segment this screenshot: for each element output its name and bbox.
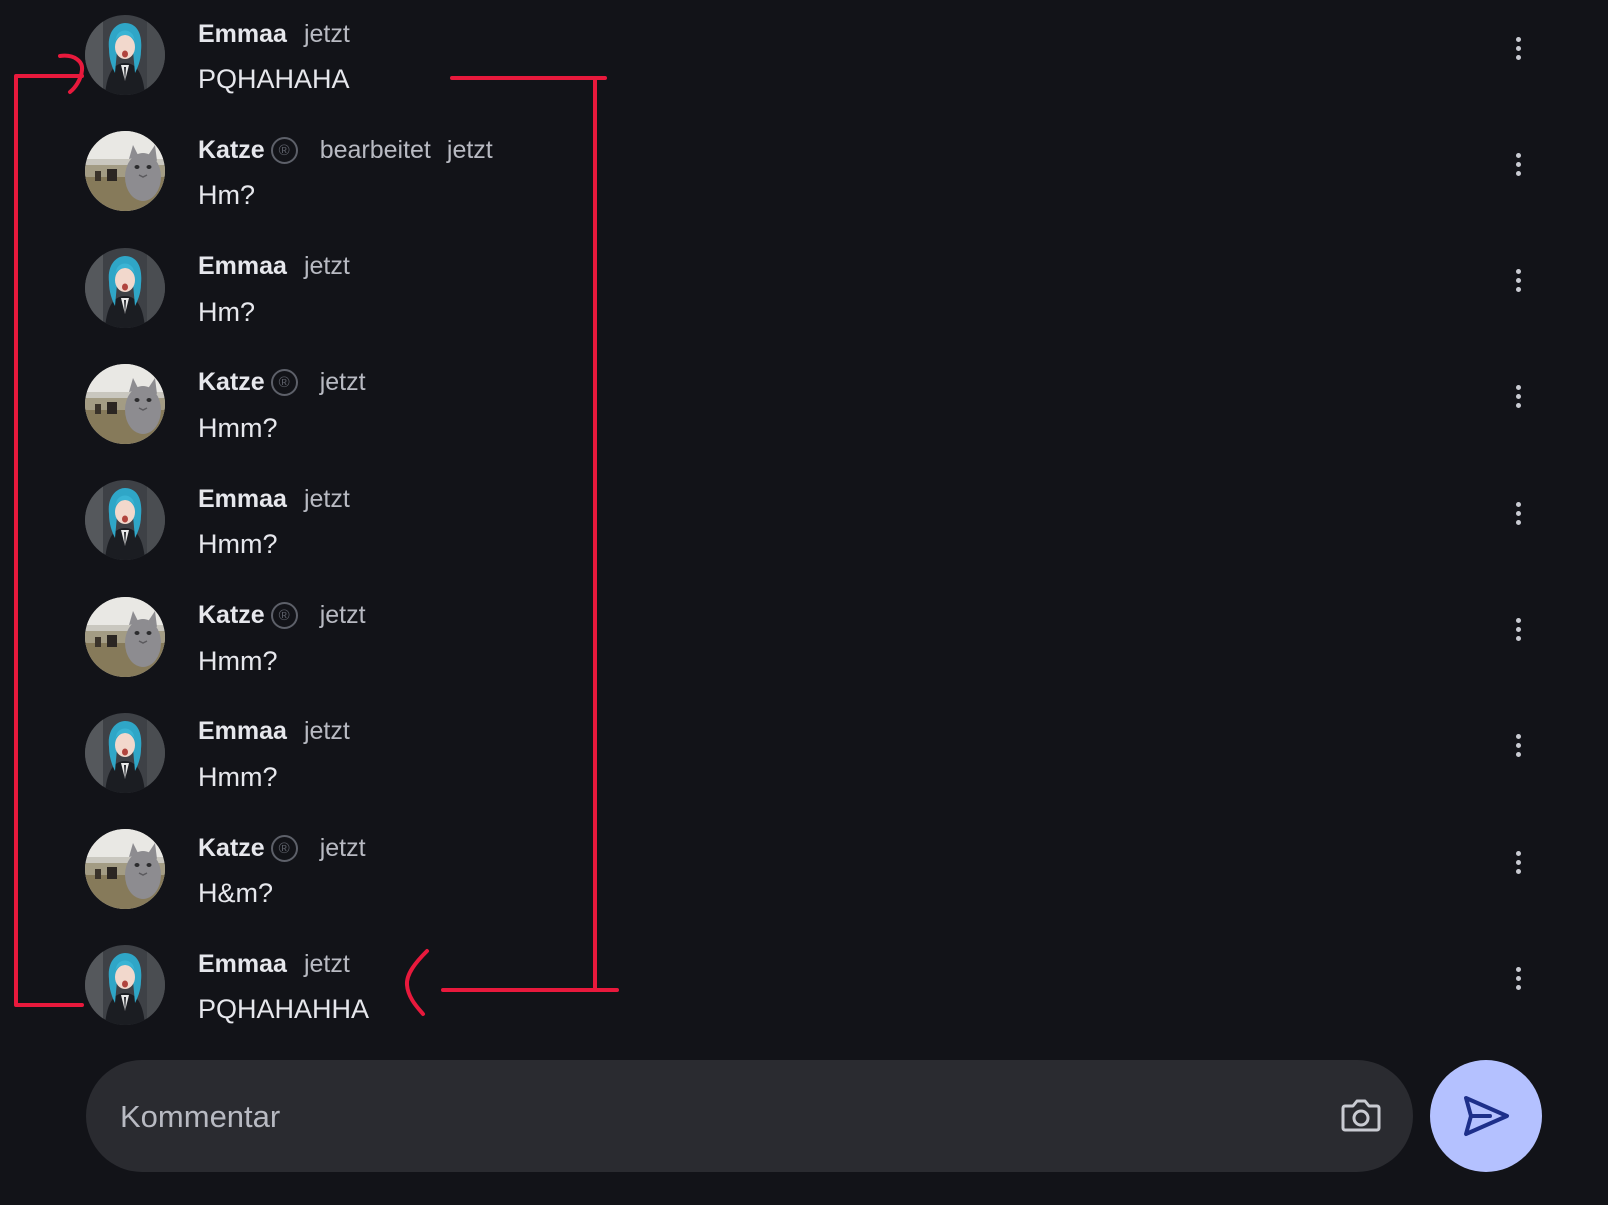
verified-badge-icon: ® [270,369,298,397]
avatar[interactable] [85,247,165,328]
comment-meta: Emmaa jetzt [198,484,350,514]
comment-author[interactable]: Katze [198,601,265,630]
comment-text: Hmm? [198,529,278,560]
avatar[interactable] [85,945,165,1026]
avatar[interactable] [85,829,165,910]
comment-author[interactable]: Emmaa [198,20,287,49]
comment-text: H&m? [198,878,274,909]
more-vert-icon[interactable] [1500,960,1536,996]
comment-meta: Katze ® jetzt [198,368,366,398]
comment-item: Emmaa jetzt Hmm? [0,465,1608,581]
camera-icon[interactable] [1337,1092,1385,1140]
comment-author[interactable]: Emmaa [198,485,287,514]
comment-input[interactable] [118,1086,1302,1148]
comment-timestamp: jetzt [303,949,350,978]
edited-label: bearbeitet [319,135,431,164]
avatar[interactable] [85,15,165,95]
verified-badge-icon: ® [270,834,298,862]
more-vert-icon[interactable] [1500,263,1536,299]
verified-badge-icon: ® [270,602,298,629]
comment-timestamp: jetzt [303,19,350,48]
comment-meta: Katze ® jetzt [198,833,366,863]
more-vert-icon[interactable] [1500,379,1536,415]
comment-timestamp: jetzt [303,717,350,746]
send-icon [1464,1096,1509,1136]
comment-text: Hmm? [198,645,278,676]
comment-author[interactable]: Katze [198,834,265,863]
comment-input-bar [86,1060,1413,1172]
comment-timestamp: jetzt [319,601,366,629]
more-vert-icon[interactable] [1500,146,1536,182]
comment-timestamp: jetzt [303,252,350,281]
more-vert-icon[interactable] [1500,728,1536,764]
comment-text: Hm? [198,180,256,211]
comment-item: Emmaa jetzt Hm? [0,233,1608,349]
more-vert-icon[interactable] [1500,612,1536,648]
verified-badge-icon: ® [270,136,298,164]
comment-meta: Katze ® jetzt [198,601,366,631]
comment-item: Katze ® bearbeitet jetzt Hm? [0,116,1608,232]
comment-item: Emmaa jetzt Hmm? [0,698,1608,814]
comment-text: Hmm? [198,761,278,792]
comment-meta: Emmaa jetzt [198,19,350,49]
comment-timestamp: jetzt [303,484,350,513]
more-vert-icon[interactable] [1500,495,1536,531]
more-vert-icon[interactable] [1500,844,1536,880]
comment-text: PQHAHAHA [198,64,350,94]
avatar[interactable] [85,712,165,793]
comment-item: Emmaa jetzt PQHAHAHA [0,0,1608,116]
comment-text: Hmm? [198,412,278,443]
avatar[interactable] [85,480,165,561]
comment-author[interactable]: Emmaa [198,717,287,746]
comment-meta: Emmaa jetzt [198,949,350,979]
comment-author[interactable]: Emmaa [198,252,287,281]
comment-meta: Katze ® bearbeitet jetzt [198,135,493,165]
comment-meta: Emmaa jetzt [198,717,350,747]
comment-timestamp: jetzt [319,368,366,397]
comment-item: Emmaa jetzt PQHAHAHHA [0,930,1608,1046]
comment-author[interactable]: Katze [198,136,265,165]
comment-item: Katze ® jetzt H&m? [0,814,1608,930]
send-button[interactable] [1430,1060,1542,1172]
comment-item: Katze ® jetzt Hmm? [0,349,1608,465]
comment-author[interactable]: Katze [198,368,265,397]
comment-text: Hm? [198,296,256,327]
comment-item: Katze ® jetzt Hmm? [0,582,1608,698]
comment-meta: Emmaa jetzt [198,252,350,282]
comment-timestamp: jetzt [446,135,493,164]
comment-text: PQHAHAHHA [198,994,370,1025]
more-vert-icon[interactable] [1500,30,1536,66]
avatar[interactable] [85,131,165,212]
comment-author[interactable]: Emmaa [198,950,287,979]
comment-timestamp: jetzt [319,833,366,862]
avatar[interactable] [85,596,165,677]
avatar[interactable] [85,363,165,444]
